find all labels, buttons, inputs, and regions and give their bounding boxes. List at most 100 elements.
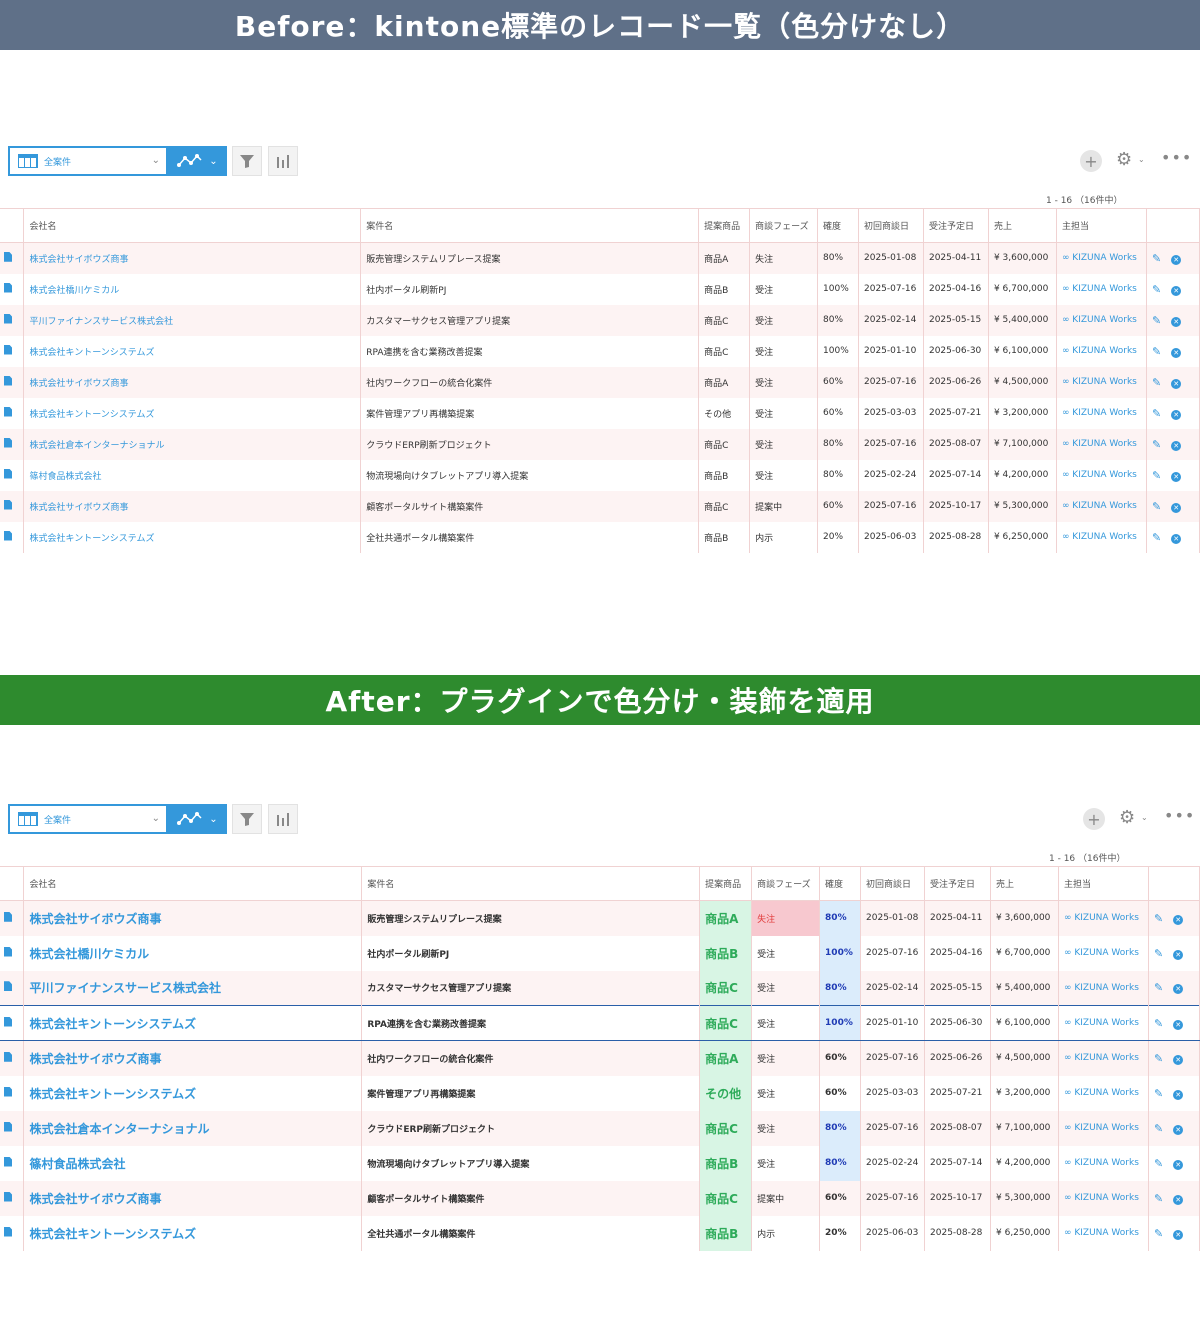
filter-button[interactable] (232, 146, 262, 176)
owner-cell[interactable]: ∞ KIZUNA Works (1056, 335, 1147, 367)
owner-cell[interactable]: ∞ KIZUNA Works (1058, 1040, 1149, 1076)
record-detail-link[interactable] (0, 1040, 25, 1076)
column-header[interactable]: 初回商談日 (858, 208, 924, 243)
table-row[interactable]: 篠村食品株式会社 物流現場向けタブレットアプリ導入提案 商品B 受注 80% 2… (0, 459, 1200, 491)
close-icon[interactable]: ✕ (1171, 316, 1182, 327)
table-row[interactable]: 株式会社倉本インターナショナル クラウドERP刷新プロジェクト 商品C 受注 8… (0, 428, 1200, 460)
table-row[interactable]: 株式会社キントーンシステムズ 案件管理アプリ再構築提案 その他 受注 60% 2… (0, 1075, 1200, 1111)
close-icon[interactable]: ✕ (1171, 471, 1182, 482)
owner-cell[interactable]: ∞ KIZUNA Works (1058, 1110, 1149, 1146)
pencil-icon[interactable]: ✎ (1154, 981, 1163, 994)
close-icon[interactable]: ✕ (1171, 440, 1182, 451)
close-icon[interactable]: ✕ (1171, 409, 1182, 420)
owner-cell[interactable]: ∞ KIZUNA Works (1058, 1075, 1149, 1111)
owner-cell[interactable]: ∞ KIZUNA Works (1056, 490, 1147, 522)
settings-button[interactable]: ⚙ (1119, 807, 1135, 828)
owner-cell[interactable]: ∞ KIZUNA Works (1056, 521, 1147, 553)
pencil-icon[interactable]: ✎ (1154, 1157, 1163, 1170)
pencil-icon[interactable]: ✎ (1152, 407, 1161, 420)
column-header[interactable]: 売上 (990, 866, 1059, 901)
table-row[interactable]: 平川ファイナンスサービス株式会社 カスタマーサクセス管理アプリ提案 商品C 受注… (0, 970, 1200, 1006)
close-icon[interactable]: ✕ (1173, 1194, 1184, 1205)
record-detail-link[interactable] (0, 273, 25, 305)
column-header[interactable]: 初回商談日 (860, 866, 926, 901)
graph-button[interactable]: ⌄ (168, 146, 227, 176)
record-detail-link[interactable] (0, 935, 25, 971)
table-row[interactable]: 株式会社橋川ケミカル 社内ポータル刷新PJ 商品B 受注 100% 2025-0… (0, 273, 1200, 305)
close-icon[interactable]: ✕ (1173, 1229, 1184, 1240)
column-header[interactable]: 会社名 (23, 208, 362, 243)
close-icon[interactable]: ✕ (1171, 502, 1182, 513)
pencil-icon[interactable]: ✎ (1154, 1017, 1163, 1030)
pencil-icon[interactable]: ✎ (1154, 1087, 1163, 1100)
column-header[interactable]: 売上 (988, 208, 1057, 243)
close-icon[interactable]: ✕ (1173, 984, 1184, 995)
record-detail-link[interactable] (0, 335, 25, 367)
table-row[interactable]: 平川ファイナンスサービス株式会社 カスタマーサクセス管理アプリ提案 商品C 受注… (0, 304, 1200, 336)
table-row[interactable]: 株式会社橋川ケミカル 社内ポータル刷新PJ 商品B 受注 100% 2025-0… (0, 935, 1200, 971)
pencil-icon[interactable]: ✎ (1154, 1052, 1163, 1065)
column-header[interactable]: 確度 (817, 208, 859, 243)
column-header[interactable]: 確度 (819, 866, 862, 901)
column-header[interactable]: 主担当 (1058, 866, 1149, 901)
column-header[interactable]: 提案商品 (698, 208, 751, 243)
table-row[interactable]: 株式会社サイボウズ商事 顧客ポータルサイト構築案件 商品C 提案中 60% 20… (0, 490, 1200, 522)
owner-cell[interactable]: ∞ KIZUNA Works (1056, 397, 1147, 429)
pencil-icon[interactable]: ✎ (1152, 531, 1161, 544)
graph-button[interactable]: ⌄ (168, 804, 227, 834)
owner-cell[interactable]: ∞ KIZUNA Works (1056, 304, 1147, 336)
close-icon[interactable]: ✕ (1173, 1124, 1184, 1135)
filter-button[interactable] (232, 804, 262, 834)
settings-button[interactable]: ⚙ (1116, 149, 1132, 170)
record-detail-link[interactable] (0, 1145, 25, 1181)
column-header[interactable]: 受注予定日 (924, 866, 991, 901)
table-row[interactable]: 株式会社サイボウズ商事 販売管理システムリプレース提案 商品A 失注 80% 2… (0, 900, 1200, 936)
owner-cell[interactable]: ∞ KIZUNA Works (1058, 1005, 1149, 1041)
column-header[interactable]: 案件名 (360, 208, 700, 243)
record-detail-link[interactable] (0, 242, 25, 274)
view-select[interactable]: 全案件 ⌄ (8, 804, 168, 834)
owner-cell[interactable]: ∞ KIZUNA Works (1058, 900, 1149, 936)
owner-cell[interactable]: ∞ KIZUNA Works (1056, 459, 1147, 491)
pencil-icon[interactable]: ✎ (1152, 283, 1161, 296)
table-row[interactable]: 株式会社キントーンシステムズ RPA連携を含む業務改善提案 商品C 受注 100… (0, 1005, 1200, 1041)
table-row[interactable]: 株式会社サイボウズ商事 顧客ポータルサイト構築案件 商品C 提案中 60% 20… (0, 1180, 1200, 1216)
column-header[interactable]: 案件名 (361, 866, 701, 901)
column-header[interactable]: 提案商品 (699, 866, 753, 901)
table-row[interactable]: 篠村食品株式会社 物流現場向けタブレットアプリ導入提案 商品B 受注 80% 2… (0, 1145, 1200, 1181)
table-row[interactable]: 株式会社キントーンシステムズ 全社共通ポータル構築案件 商品B 内示 20% 2… (0, 1215, 1200, 1251)
add-record-button[interactable]: + (1083, 808, 1105, 830)
owner-cell[interactable]: ∞ KIZUNA Works (1058, 1180, 1149, 1216)
graph-view-button[interactable] (268, 146, 298, 176)
column-header[interactable]: 商談フェーズ (751, 866, 821, 901)
record-detail-link[interactable] (0, 970, 25, 1006)
close-icon[interactable]: ✕ (1173, 949, 1184, 960)
close-icon[interactable]: ✕ (1171, 285, 1182, 296)
record-detail-link[interactable] (0, 1005, 25, 1041)
pencil-icon[interactable]: ✎ (1152, 314, 1161, 327)
column-header[interactable]: 受注予定日 (923, 208, 989, 243)
close-icon[interactable]: ✕ (1173, 1054, 1184, 1065)
record-detail-link[interactable] (0, 366, 25, 398)
close-icon[interactable]: ✕ (1171, 378, 1182, 389)
record-detail-link[interactable] (0, 1110, 25, 1146)
column-header[interactable]: 主担当 (1056, 208, 1147, 243)
owner-cell[interactable]: ∞ KIZUNA Works (1058, 935, 1149, 971)
pencil-icon[interactable]: ✎ (1154, 1122, 1163, 1135)
owner-cell[interactable]: ∞ KIZUNA Works (1056, 273, 1147, 305)
table-row[interactable]: 株式会社キントーンシステムズ 全社共通ポータル構築案件 商品B 内示 20% 2… (0, 521, 1200, 553)
more-button[interactable]: ••• (1164, 806, 1195, 825)
pencil-icon[interactable]: ✎ (1152, 345, 1161, 358)
owner-cell[interactable]: ∞ KIZUNA Works (1058, 1145, 1149, 1181)
owner-cell[interactable]: ∞ KIZUNA Works (1056, 242, 1147, 274)
record-detail-link[interactable] (0, 1075, 25, 1111)
owner-cell[interactable]: ∞ KIZUNA Works (1058, 970, 1149, 1006)
owner-cell[interactable]: ∞ KIZUNA Works (1056, 366, 1147, 398)
record-detail-link[interactable] (0, 459, 25, 491)
graph-view-button[interactable] (268, 804, 298, 834)
view-select[interactable]: 全案件 ⌄ (8, 146, 168, 176)
record-detail-link[interactable] (0, 428, 25, 460)
close-icon[interactable]: ✕ (1173, 1019, 1184, 1030)
pencil-icon[interactable]: ✎ (1154, 947, 1163, 960)
column-header[interactable]: 会社名 (23, 866, 363, 901)
